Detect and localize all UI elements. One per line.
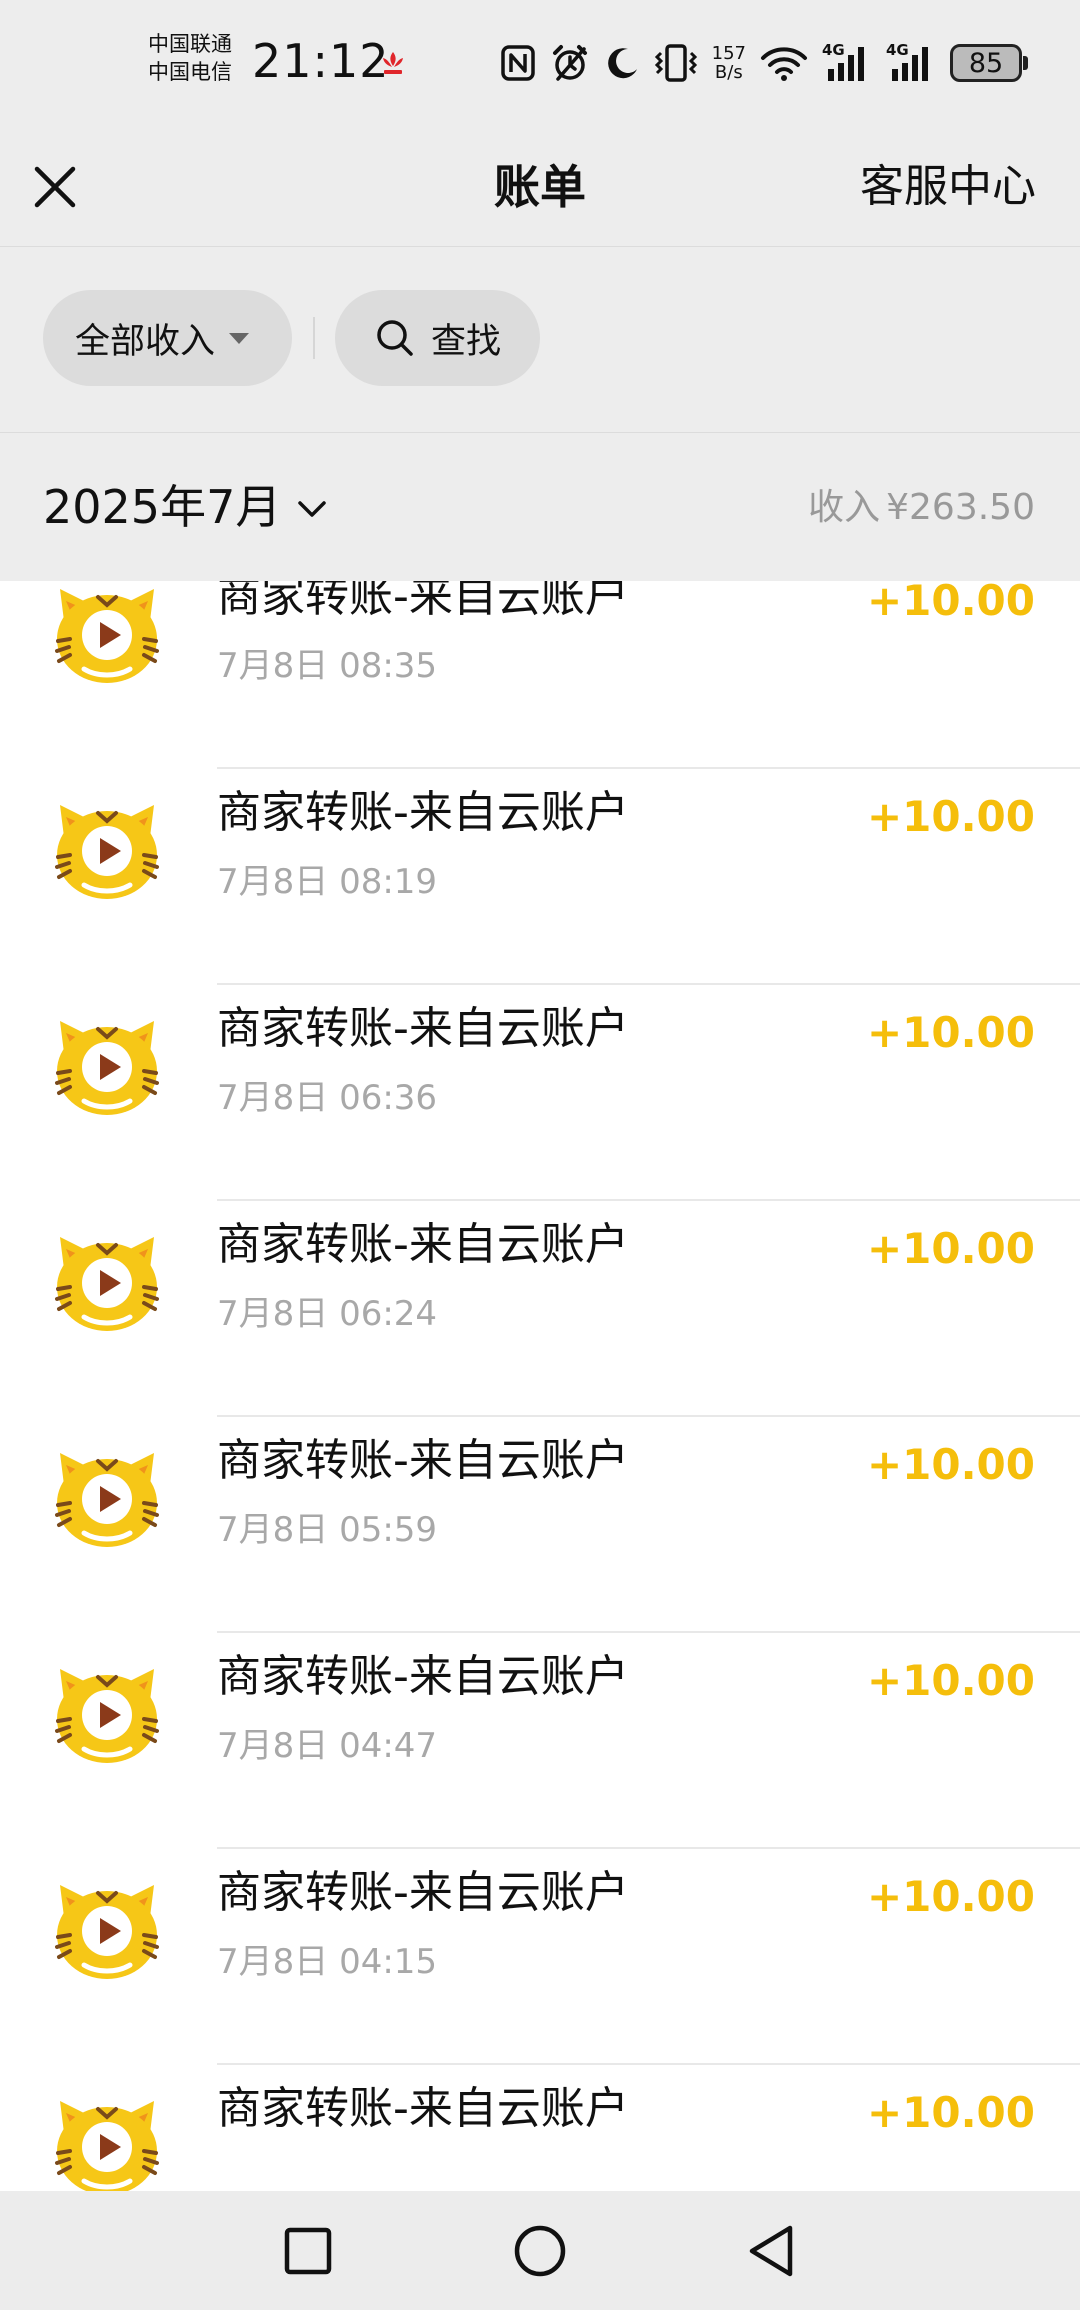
recent-apps-button[interactable] <box>270 2213 346 2289</box>
transaction-title: 商家转账-来自云账户 <box>217 1435 629 1486</box>
merchant-avatar-icon <box>55 805 159 899</box>
filter-bar: 全部收入 查找 <box>0 247 1080 433</box>
transaction-amount: +10.00 <box>866 2088 1035 2137</box>
search-button[interactable]: 查找 <box>335 290 540 386</box>
status-bar: 中国联通 中国电信 21:12 157 B/s 4G 4G 85 <box>0 0 1080 124</box>
huawei-icon <box>383 52 403 74</box>
merchant-avatar-icon <box>55 1453 159 1547</box>
alarm-icon <box>552 45 587 81</box>
transaction-time: 7月8日 06:36 <box>217 1078 438 1118</box>
close-button[interactable] <box>22 154 88 220</box>
transaction-title: 商家转账-来自云账户 <box>217 1219 629 1270</box>
search-icon <box>377 320 413 356</box>
signal-icon <box>828 47 864 81</box>
circle-icon <box>514 2225 566 2277</box>
transaction-row[interactable]: 商家转账-来自云账户 7月8日 06:36 +10.00 <box>0 985 1080 1201</box>
signal-group-1: 4G <box>822 41 872 83</box>
transaction-time: 7月8日 04:15 <box>217 1942 438 1982</box>
back-button[interactable] <box>734 2213 810 2289</box>
battery-indicator: 85 <box>950 44 1028 82</box>
carrier-2: 中国电信 <box>148 60 232 84</box>
transaction-row[interactable]: 商家转账-来自云账户 7月8日 04:15 +10.00 <box>0 1849 1080 2065</box>
transaction-title: 商家转账-来自云账户 <box>217 1003 629 1054</box>
income-summary-amount: ¥263.50 <box>886 487 1035 528</box>
transaction-time: 7月8日 04:47 <box>217 1726 438 1766</box>
transaction-amount: +10.00 <box>866 581 1035 625</box>
transaction-amount: +10.00 <box>866 1008 1035 1057</box>
income-type-filter[interactable]: 全部收入 <box>43 290 292 386</box>
merchant-avatar-icon <box>55 1885 159 1979</box>
merchant-avatar-icon <box>55 1021 159 1115</box>
nfc-icon <box>500 45 535 81</box>
transaction-row[interactable]: 商家转账-来自云账户 7月8日 08:19 +10.00 <box>0 769 1080 985</box>
system-icons: 157 B/s 4G 4G 85 <box>500 40 1028 86</box>
net-speed-unit: B/s <box>714 62 743 83</box>
month-header: 2025年7月 收入 ¥263.50 <box>0 433 1080 581</box>
merchant-avatar-icon <box>55 1669 159 1763</box>
merchant-avatar-icon <box>55 1237 159 1331</box>
moon-icon <box>607 48 637 79</box>
transaction-row[interactable]: 商家转账-来自云账户 7月8日 08:35 +10.00 <box>0 581 1080 769</box>
income-type-filter-label: 全部收入 <box>75 321 216 362</box>
transaction-amount: +10.00 <box>866 1440 1035 1489</box>
transaction-title: 商家转账-来自云账户 <box>217 1867 629 1918</box>
income-summary-label: 收入 <box>808 487 881 528</box>
month-label: 2025年7月 <box>43 480 282 534</box>
carrier-1: 中国联通 <box>148 32 232 56</box>
transaction-title: 商家转账-来自云账户 <box>217 1651 629 1702</box>
triangle-back-icon <box>749 2225 793 2277</box>
transaction-row[interactable]: 商家转账-来自云账户 +10.00 <box>0 2065 1080 2191</box>
merchant-avatar-icon <box>55 2101 159 2191</box>
search-button-label: 查找 <box>431 321 502 362</box>
transaction-time: 7月8日 08:19 <box>217 862 438 902</box>
close-icon <box>34 166 76 208</box>
wifi-icon <box>761 47 807 81</box>
filter-divider <box>313 317 315 359</box>
transaction-time: 7月8日 08:35 <box>217 646 438 686</box>
system-navigation-bar <box>0 2191 1080 2310</box>
merchant-avatar-icon <box>55 589 159 683</box>
income-summary: 收入 ¥263.50 <box>808 483 1035 533</box>
transaction-time: 7月8日 06:24 <box>217 1294 438 1334</box>
chevron-down-icon <box>298 501 327 517</box>
transaction-row[interactable]: 商家转账-来自云账户 7月8日 06:24 +10.00 <box>0 1201 1080 1417</box>
transaction-title: 商家转账-来自云账户 <box>217 581 629 622</box>
signal-icon <box>892 47 928 81</box>
carrier-info: 中国联通 中国电信 <box>148 30 232 86</box>
transaction-list: 商家转账-来自云账户 7月8日 08:35 +10.00 商家转账-来自云账户 … <box>0 581 1080 2191</box>
transaction-amount: +10.00 <box>866 1656 1035 1705</box>
signal-group-2: 4G <box>886 41 936 83</box>
transaction-row[interactable]: 商家转账-来自云账户 7月8日 05:59 +10.00 <box>0 1417 1080 1633</box>
transaction-title: 商家转账-来自云账户 <box>217 787 629 838</box>
transaction-time: 7月8日 05:59 <box>217 1510 438 1550</box>
net-speed-value: 157 <box>711 43 746 64</box>
status-time: 21:12 <box>252 34 390 88</box>
transaction-amount: +10.00 <box>866 1872 1035 1921</box>
month-selector[interactable]: 2025年7月 <box>43 477 327 537</box>
transaction-amount: +10.00 <box>866 792 1035 841</box>
net-speed: 157 B/s <box>712 44 746 82</box>
home-button[interactable] <box>502 2213 578 2289</box>
battery-level: 85 <box>968 47 1004 79</box>
customer-service-link[interactable]: 客服中心 <box>860 154 1036 220</box>
transaction-row[interactable]: 商家转账-来自云账户 7月8日 04:47 +10.00 <box>0 1633 1080 1849</box>
navigation-bar: 账单 客服中心 <box>0 124 1080 247</box>
square-icon <box>284 2227 332 2275</box>
transaction-title: 商家转账-来自云账户 <box>217 2083 629 2134</box>
transaction-amount: +10.00 <box>866 1224 1035 1273</box>
caret-down-icon <box>229 332 250 344</box>
vibrate-icon <box>654 44 697 82</box>
